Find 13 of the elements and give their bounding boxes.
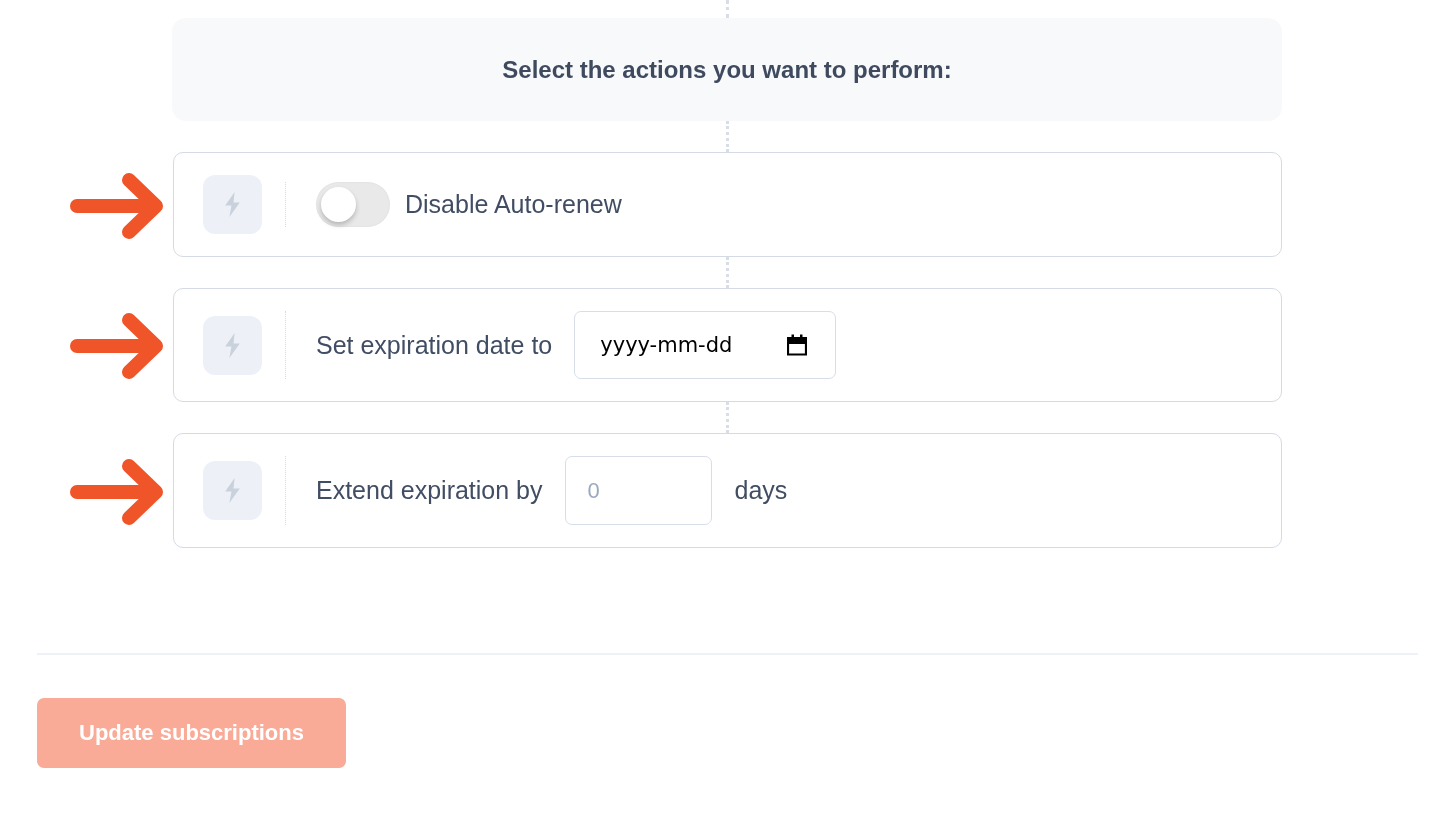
number-field[interactable]: 0 (564, 456, 712, 525)
date-field[interactable]: yyyy-mm-dd (574, 311, 837, 379)
unit-label: days (734, 476, 788, 505)
lightning-bolt-icon (203, 461, 262, 520)
lightning-bolt-icon (203, 175, 262, 234)
toggle-switch[interactable] (316, 182, 390, 227)
action-label: Disable Auto-renew (405, 190, 622, 219)
lightning-bolt-icon (203, 315, 262, 375)
action-label: Extend expiration by (316, 476, 543, 505)
arrow-icon (70, 310, 165, 380)
calendar-icon (787, 334, 808, 356)
action-label: Set expiration date to (316, 330, 553, 360)
instruction-heading: Select the actions you want to perform: (502, 55, 952, 84)
